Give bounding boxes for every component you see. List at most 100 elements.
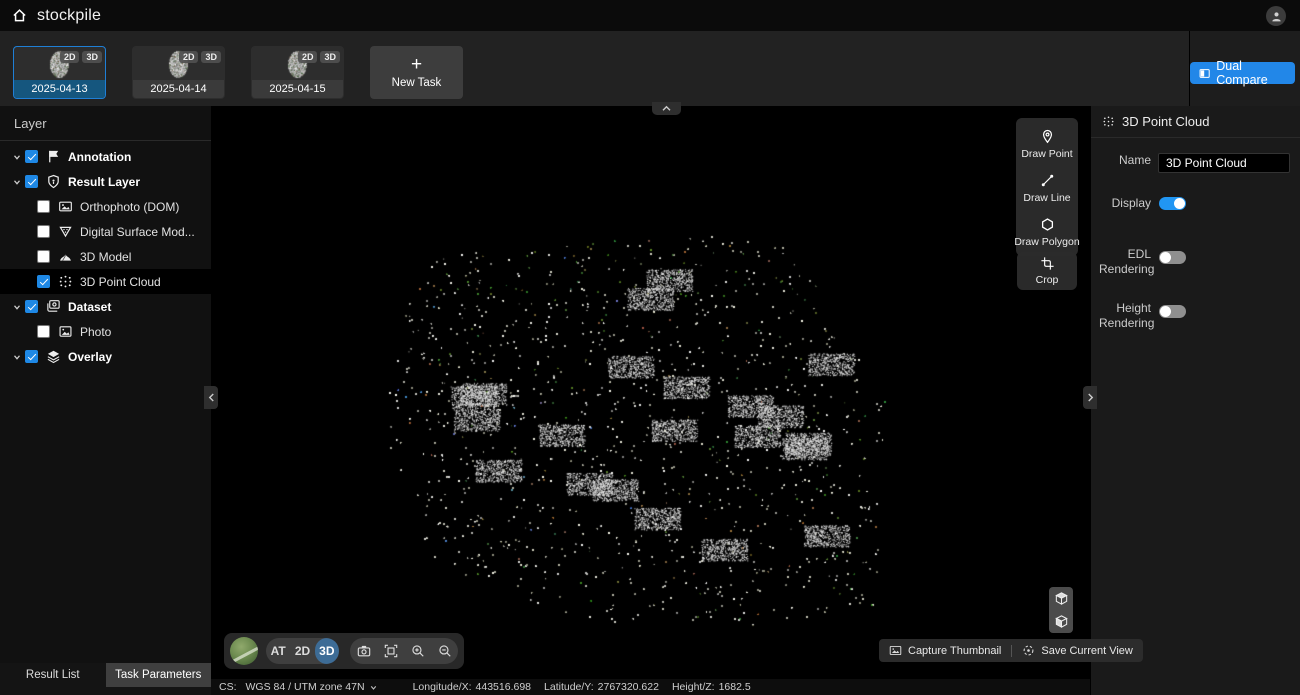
new-task-label: New Task bbox=[392, 77, 442, 89]
chevron-left-icon bbox=[208, 392, 215, 403]
badge-3d: 3D bbox=[82, 51, 102, 63]
collapse-detail-panel-handle[interactable] bbox=[1083, 386, 1097, 409]
crop-label: Crop bbox=[1036, 274, 1059, 286]
task-list: 2D 3D 2025-04-13 2D 3D 2025-04-14 2D 3D … bbox=[13, 46, 463, 99]
draw-point-icon bbox=[1040, 129, 1055, 144]
toggle-knob bbox=[1160, 252, 1171, 263]
zoom-out-button[interactable] bbox=[431, 638, 458, 664]
point-cloud-icon bbox=[1102, 115, 1115, 128]
cs-dropdown-chevron[interactable] bbox=[369, 683, 378, 692]
height-field-row: Height Rendering bbox=[1091, 301, 1300, 330]
mode-3d-button[interactable]: 3D bbox=[315, 638, 339, 664]
home-icon[interactable] bbox=[10, 7, 28, 25]
save-current-view-button[interactable]: Save Current View bbox=[1012, 644, 1143, 657]
layer-visibility-checkbox[interactable] bbox=[37, 200, 50, 213]
layer-visibility-checkbox[interactable] bbox=[37, 250, 50, 263]
draw-point-button[interactable]: Draw Point bbox=[1016, 122, 1078, 166]
cube-front-icon bbox=[1054, 614, 1069, 629]
layer-panel-title: Layer bbox=[0, 106, 211, 141]
task-card[interactable]: 2D 3D 2025-04-15 bbox=[251, 46, 344, 99]
zoom-out-icon bbox=[438, 644, 452, 658]
overlay-icon bbox=[46, 349, 61, 364]
layer-tree-row[interactable]: 3D Point Cloud bbox=[0, 269, 211, 294]
height-rendering-toggle[interactable] bbox=[1159, 305, 1186, 318]
fit-view-icon bbox=[384, 644, 398, 658]
user-avatar[interactable] bbox=[1266, 6, 1286, 26]
tab-task-parameters[interactable]: Task Parameters bbox=[106, 663, 212, 687]
layer-tree-row[interactable]: Dataset bbox=[0, 294, 211, 319]
screenshot-button[interactable] bbox=[350, 638, 377, 664]
layer-tree-row[interactable]: 3D Model bbox=[0, 244, 211, 269]
new-task-button[interactable]: +New Task bbox=[370, 46, 463, 99]
capture-thumbnail-icon bbox=[889, 644, 902, 657]
orthophoto-icon bbox=[58, 199, 73, 214]
layer-visibility-checkbox[interactable] bbox=[25, 350, 38, 363]
collapse-taskbar-handle[interactable] bbox=[652, 102, 681, 115]
layer-visibility-checkbox[interactable] bbox=[37, 275, 50, 288]
edl-rendering-label: EDL Rendering bbox=[1099, 247, 1151, 276]
draw-line-button[interactable]: Draw Line bbox=[1016, 166, 1078, 210]
detail-panel-header: 3D Point Cloud bbox=[1091, 106, 1300, 138]
layer-tree-row[interactable]: Overlay bbox=[0, 344, 211, 369]
layer-tree-row[interactable]: Result Layer bbox=[0, 169, 211, 194]
view-cube-front-button[interactable] bbox=[1049, 610, 1073, 633]
task-thumbnail-area: 2D 3D bbox=[252, 47, 343, 80]
badge-3d: 3D bbox=[201, 51, 221, 63]
mode-at-button[interactable]: AT bbox=[266, 638, 290, 664]
fit-view-button[interactable] bbox=[377, 638, 404, 664]
layer-tree-row[interactable]: Photo bbox=[0, 319, 211, 344]
view-cube-top-button[interactable] bbox=[1049, 587, 1073, 610]
edl-rendering-toggle[interactable] bbox=[1159, 251, 1186, 264]
collapse-layer-panel-handle[interactable] bbox=[204, 386, 218, 409]
crop-icon bbox=[1041, 257, 1054, 270]
capture-thumbnail-button[interactable]: Capture Thumbnail bbox=[879, 644, 1011, 657]
name-input[interactable] bbox=[1158, 153, 1290, 173]
layer-tree-row[interactable]: Orthophoto (DOM) bbox=[0, 194, 211, 219]
task-badges: 2D 3D bbox=[179, 51, 221, 63]
draw-polygon-button[interactable]: Draw Polygon bbox=[1016, 210, 1078, 254]
task-card[interactable]: 2D 3D 2025-04-14 bbox=[132, 46, 225, 99]
display-toggle[interactable] bbox=[1159, 197, 1186, 210]
height-readout: Height/Z:1682.5 bbox=[672, 681, 751, 693]
crop-button[interactable]: Crop bbox=[1017, 255, 1077, 286]
layer-label: Photo bbox=[80, 325, 111, 339]
dual-compare-label: Dual Compare bbox=[1216, 59, 1286, 87]
tab-result-list[interactable]: Result List bbox=[0, 663, 106, 687]
zoom-in-button[interactable] bbox=[404, 638, 431, 664]
layer-visibility-checkbox[interactable] bbox=[37, 225, 50, 238]
toggle-knob bbox=[1174, 198, 1185, 209]
layer-label: Dataset bbox=[68, 300, 111, 314]
viewport-icon-tools bbox=[350, 638, 458, 664]
draw-polygon-icon bbox=[1040, 217, 1055, 232]
layer-visibility-checkbox[interactable] bbox=[37, 325, 50, 338]
basemap-thumbnail[interactable] bbox=[230, 637, 258, 665]
point-cloud-canvas[interactable] bbox=[211, 106, 1090, 679]
save-view-icon bbox=[1022, 644, 1035, 657]
task-card[interactable]: 2D 3D 2025-04-13 bbox=[13, 46, 106, 99]
draw-line-icon bbox=[1040, 173, 1055, 188]
layer-visibility-checkbox[interactable] bbox=[25, 175, 38, 188]
height-rendering-label: Height Rendering bbox=[1099, 301, 1151, 330]
dataset-icon bbox=[46, 299, 61, 314]
detail-panel-title: 3D Point Cloud bbox=[1122, 114, 1209, 129]
draw-tool-label: Draw Polygon bbox=[1014, 236, 1079, 248]
name-label: Name bbox=[1099, 153, 1151, 167]
crop-panel: Crop bbox=[1017, 252, 1077, 290]
expand-chevron-icon[interactable] bbox=[10, 175, 23, 188]
draw-tools-panel: Draw Point Draw Line Draw Polygon bbox=[1016, 118, 1078, 256]
expand-chevron-icon[interactable] bbox=[10, 350, 23, 363]
view-mode-switcher: AT2D3D bbox=[266, 638, 339, 664]
expand-chevron-icon[interactable] bbox=[10, 300, 23, 313]
point-cloud-icon bbox=[58, 274, 73, 289]
layer-label: Orthophoto (DOM) bbox=[80, 200, 179, 214]
layer-tree-row[interactable]: Annotation bbox=[0, 144, 211, 169]
chevron-right-icon bbox=[1087, 392, 1094, 403]
badge-3d: 3D bbox=[320, 51, 340, 63]
layer-visibility-checkbox[interactable] bbox=[25, 150, 38, 163]
layer-tree-row[interactable]: Digital Surface Mod... bbox=[0, 219, 211, 244]
capture-thumbnail-label: Capture Thumbnail bbox=[908, 645, 1001, 657]
mode-2d-button[interactable]: 2D bbox=[290, 638, 314, 664]
expand-chevron-icon[interactable] bbox=[10, 150, 23, 163]
dual-compare-button[interactable]: Dual Compare bbox=[1190, 62, 1295, 84]
layer-visibility-checkbox[interactable] bbox=[25, 300, 38, 313]
